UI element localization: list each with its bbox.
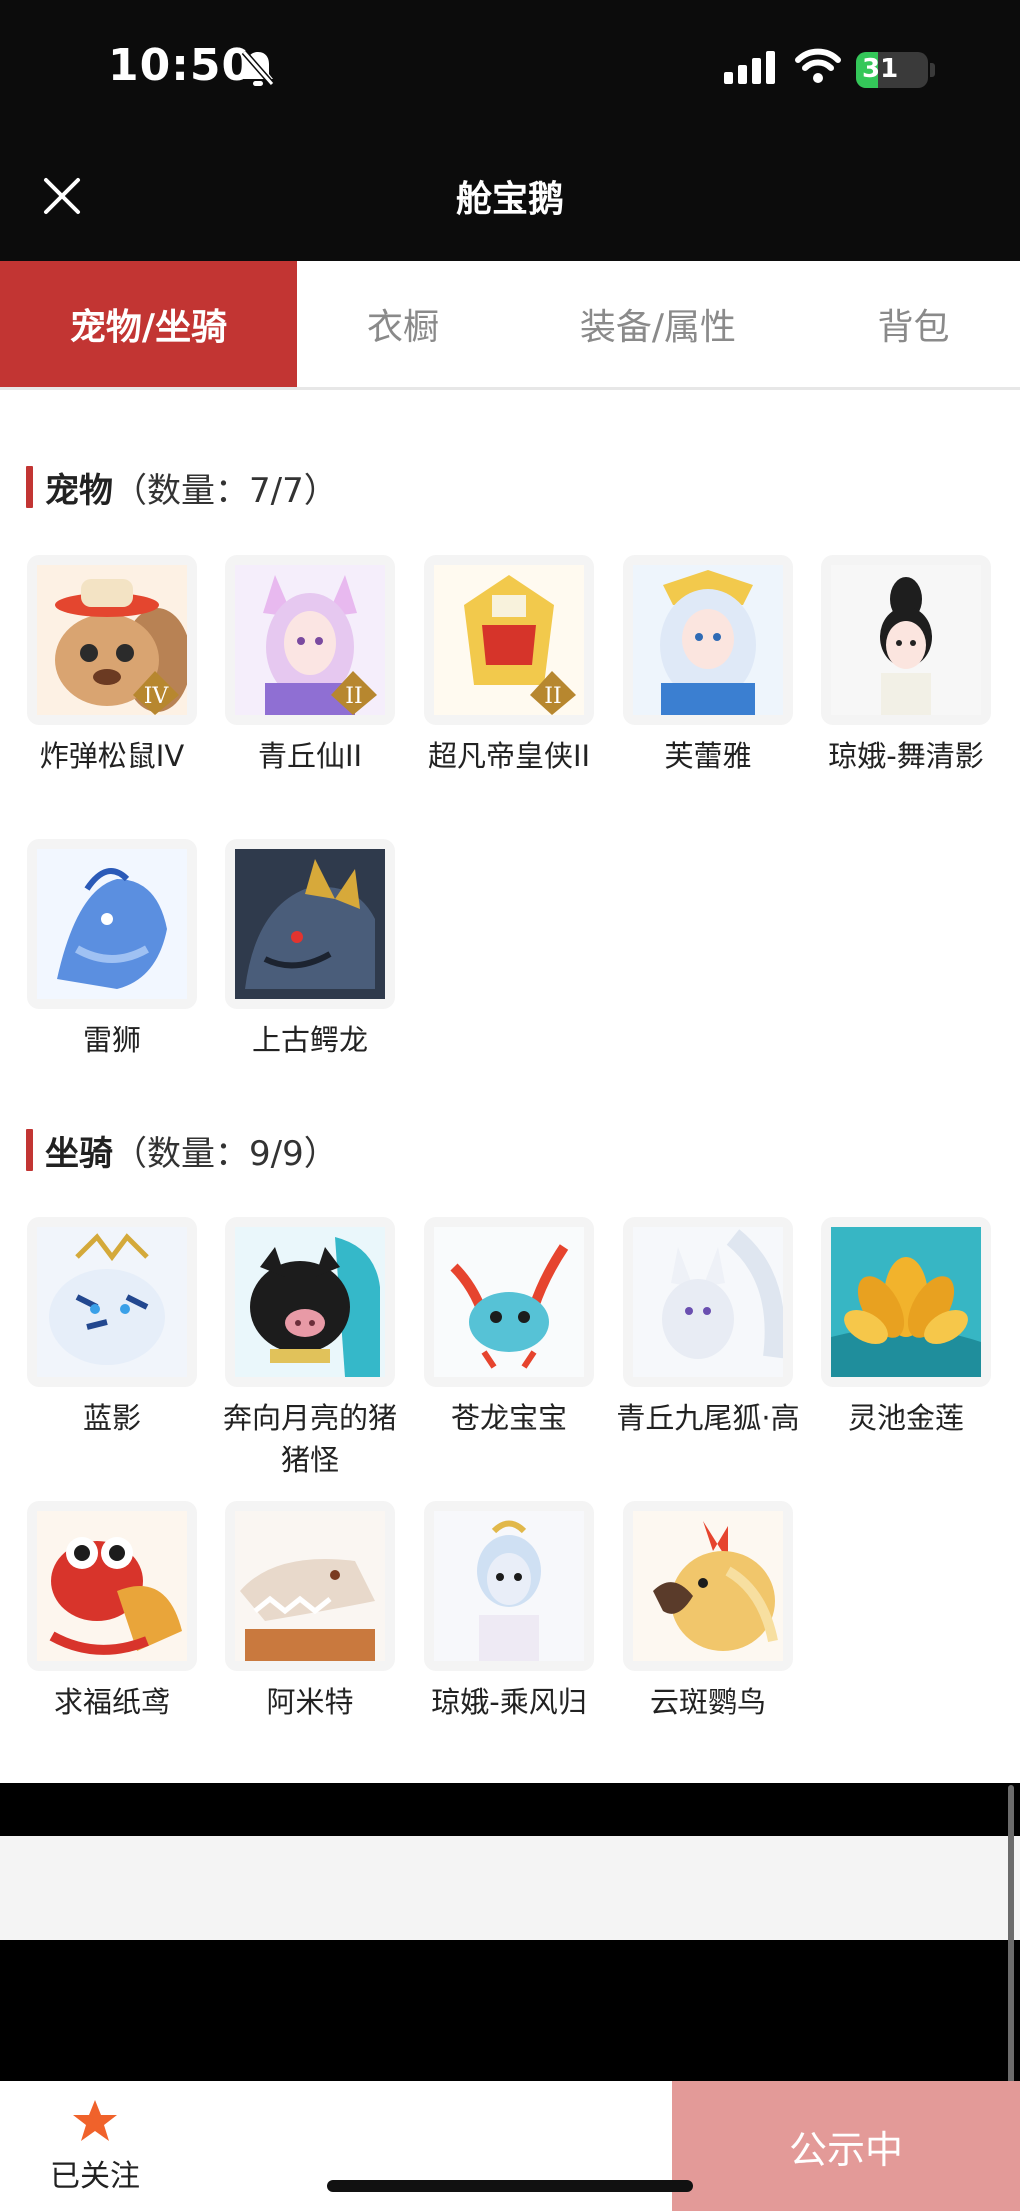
pet-item[interactable]: 上古鳄龙 <box>211 839 409 1061</box>
mount-label: 云斑鹦鸟 <box>649 1685 766 1719</box>
pet-label: 上古鳄龙 <box>251 1023 368 1057</box>
tab-equipment-attributes[interactable]: 装备/属性 <box>509 261 807 387</box>
mount-thumbnail <box>27 1217 197 1387</box>
mount-item[interactable]: 琼娥-乘风归 <box>410 1501 608 1723</box>
close-icon[interactable] <box>36 170 88 222</box>
pet-item[interactable]: II 超凡帝皇侠II <box>410 555 608 777</box>
section-name: 坐骑 <box>45 1133 113 1174</box>
pig-monster-avatar-icon <box>235 1227 385 1377</box>
star-icon <box>73 2100 117 2141</box>
squirrel-avatar-icon: IV <box>37 565 187 715</box>
pet-item[interactable]: 琼娥-舞清影 <box>807 555 1005 777</box>
pet-item[interactable]: II 青丘仙II <box>211 555 409 777</box>
pet-thumbnail <box>623 555 793 725</box>
dancing-girl-avatar-icon <box>831 565 981 715</box>
mount-item[interactable]: 灵池金莲 <box>807 1217 1005 1439</box>
pet-item[interactable]: IV 炸弹松鼠IV <box>13 555 211 777</box>
mount-label: 琼娥-乘风归 <box>431 1685 587 1719</box>
pet-item[interactable]: 芙蕾雅 <box>609 555 807 777</box>
section-count: （数量：7/7） <box>113 470 338 511</box>
page-title: 舱宝鹅 <box>455 179 564 220</box>
content-area: 宠物 （数量：7/7） IV 炸弹松鼠IV II 青丘仙II II 超凡帝皇侠I… <box>0 390 1020 1783</box>
tab-backpack[interactable]: 背包 <box>807 261 1020 387</box>
mount-thumbnail <box>27 1501 197 1671</box>
nine-tail-fox-avatar-icon <box>633 1227 783 1377</box>
mount-label: 奔向月亮的猪猪怪 <box>222 1401 397 1477</box>
svg-text:II: II <box>544 684 561 709</box>
status-time: 10:50 <box>108 40 254 91</box>
mount-item[interactable]: 奔向月亮的猪猪怪 <box>211 1217 409 1481</box>
section-count: （数量：9/9） <box>113 1133 338 1174</box>
battery-indicator: 31 <box>856 52 928 88</box>
mount-item[interactable]: 青丘九尾狐·高 <box>609 1217 807 1439</box>
home-indicator <box>327 2180 693 2192</box>
pet-thumbnail: II <box>225 555 395 725</box>
pet-thumbnail: II <box>424 555 594 725</box>
mount-label: 求福纸鸢 <box>53 1685 170 1719</box>
white-tiger-avatar-icon <box>37 1227 187 1377</box>
freya-avatar-icon <box>633 565 783 715</box>
pet-thumbnail <box>821 555 991 725</box>
ancient-croc-dragon-avatar-icon <box>235 849 385 999</box>
mount-label: 苍龙宝宝 <box>450 1401 567 1435</box>
battery-cap <box>930 63 935 77</box>
follow-button[interactable]: 已关注 <box>30 2097 160 2197</box>
nav-header: 舱宝鹅 <box>0 140 1020 261</box>
parrot-bird-avatar-icon <box>633 1511 783 1661</box>
svg-text:IV: IV <box>144 684 170 709</box>
svg-text:II: II <box>345 684 362 709</box>
mount-label: 青丘九尾狐·高 <box>616 1401 800 1435</box>
mount-thumbnail <box>821 1217 991 1387</box>
golden-lotus-avatar-icon <box>831 1227 981 1377</box>
baby-dragon-avatar-icon <box>434 1227 584 1377</box>
golden-armor-hero-avatar-icon: II <box>434 565 584 715</box>
public-notice-button[interactable]: 公示中 <box>672 2081 1020 2211</box>
pets-section-title: 宠物 （数量：7/7） <box>26 464 338 511</box>
section-marker <box>26 1129 33 1171</box>
pet-thumbnail <box>225 839 395 1009</box>
mount-thumbnail <box>225 1217 395 1387</box>
follow-label: 已关注 <box>50 2159 140 2194</box>
pet-label: 炸弹松鼠IV <box>39 739 185 773</box>
tab-bar: 宠物/坐骑 衣橱 装备/属性 背包 <box>0 261 1020 390</box>
fox-fairy-avatar-icon: II <box>235 565 385 715</box>
mount-item[interactable]: 蓝影 <box>13 1217 211 1439</box>
mount-thumbnail <box>225 1501 395 1671</box>
pet-label: 超凡帝皇侠II <box>427 739 591 773</box>
mounts-section-title: 坐骑 （数量：9/9） <box>26 1127 338 1174</box>
pet-thumbnail: IV <box>27 555 197 725</box>
thunder-lion-avatar-icon <box>37 849 187 999</box>
tab-wardrobe[interactable]: 衣橱 <box>297 261 509 387</box>
scrollbar[interactable] <box>1008 1785 1014 2085</box>
lucky-kite-fish-avatar-icon <box>37 1511 187 1661</box>
pet-item[interactable]: 雷狮 <box>13 839 211 1061</box>
tab-pets-mounts[interactable]: 宠物/坐骑 <box>0 261 297 387</box>
pet-thumbnail <box>27 839 197 1009</box>
pet-label: 青丘仙II <box>257 739 363 773</box>
status-bar: 10:50 31 <box>0 0 1020 140</box>
mount-thumbnail <box>424 1501 594 1671</box>
wifi-icon <box>795 48 841 83</box>
battery-level-text: 31 <box>862 54 899 84</box>
wind-rider-girl-avatar-icon <box>434 1511 584 1661</box>
pet-label: 琼娥-舞清影 <box>828 739 984 773</box>
mount-thumbnail <box>424 1217 594 1387</box>
mount-thumbnail <box>623 1501 793 1671</box>
mount-label: 蓝影 <box>82 1401 141 1435</box>
cellular-signal-icon <box>724 51 775 84</box>
ammit-crocodile-avatar-icon <box>235 1511 385 1661</box>
pet-label: 雷狮 <box>82 1023 141 1057</box>
bell-off-icon <box>241 50 275 86</box>
mount-label: 阿米特 <box>266 1685 354 1719</box>
mount-item[interactable]: 求福纸鸢 <box>13 1501 211 1723</box>
mount-item[interactable]: 云斑鹦鸟 <box>609 1501 807 1723</box>
mount-thumbnail <box>623 1217 793 1387</box>
mount-item[interactable]: 苍龙宝宝 <box>410 1217 608 1439</box>
section-marker <box>26 466 33 508</box>
mount-item[interactable]: 阿米特 <box>211 1501 409 1723</box>
section-name: 宠物 <box>45 470 113 511</box>
gray-band <box>0 1836 1020 1940</box>
mount-label: 灵池金莲 <box>847 1401 964 1435</box>
pet-label: 芙蕾雅 <box>664 739 752 773</box>
